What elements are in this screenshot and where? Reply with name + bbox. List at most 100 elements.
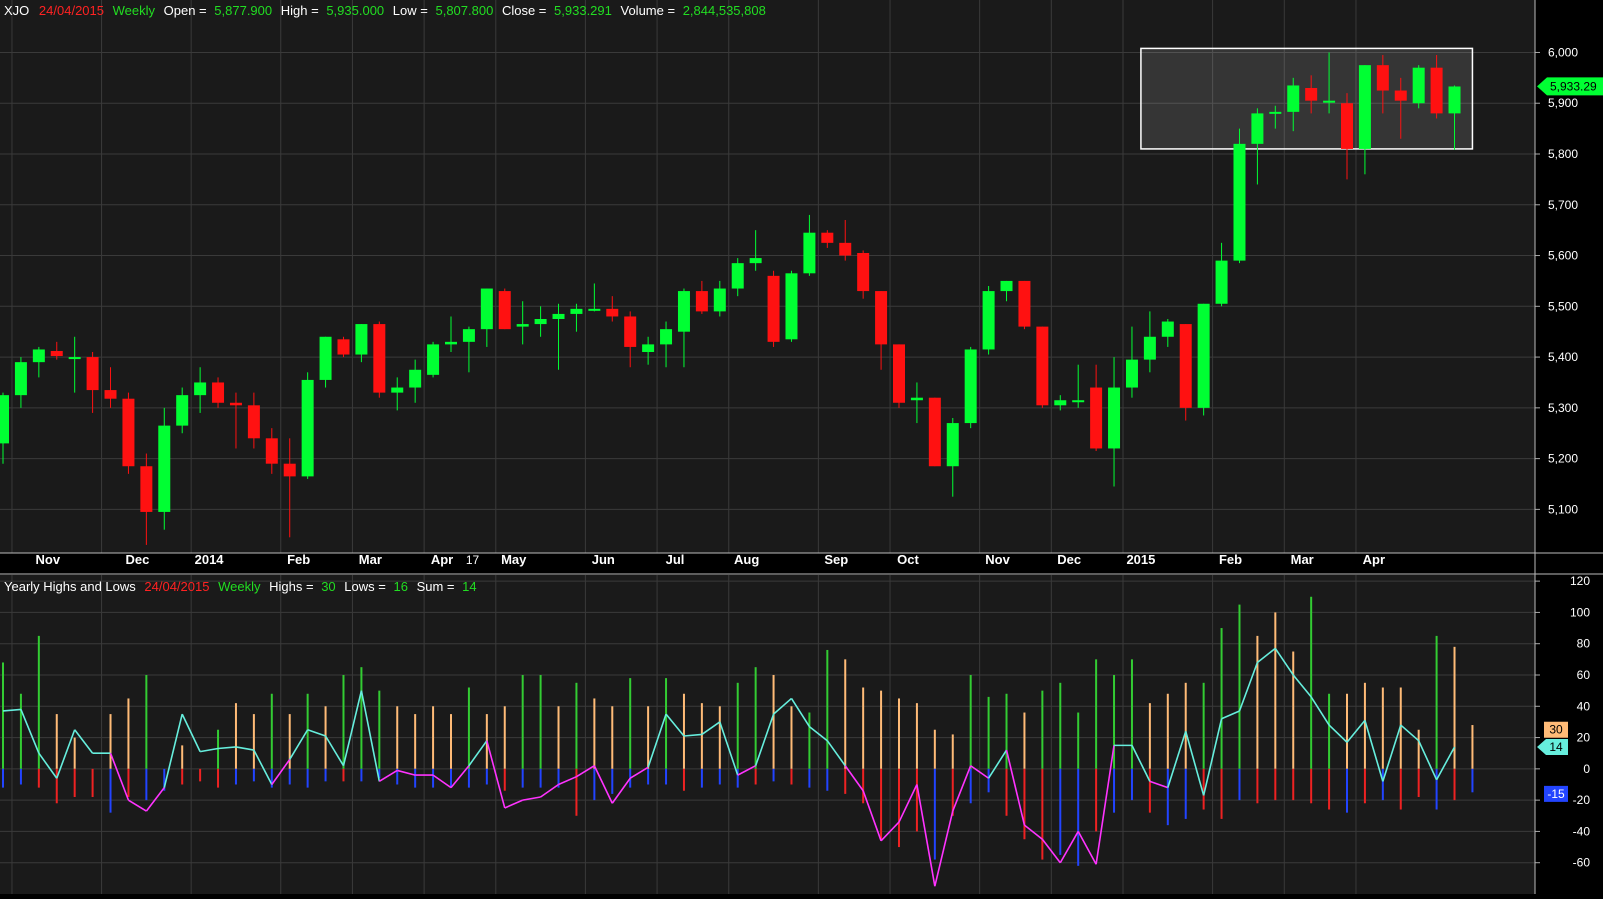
lows-bar[interactable]	[718, 768, 721, 785]
lows-bar[interactable]	[324, 768, 327, 782]
candle-body[interactable]	[946, 423, 959, 467]
lows-bar[interactable]	[19, 768, 22, 785]
highs-bar[interactable]	[1184, 682, 1187, 769]
candle-body[interactable]	[695, 291, 708, 312]
lows-bar[interactable]	[700, 768, 703, 788]
lows-bar[interactable]	[217, 768, 220, 788]
candle-body[interactable]	[86, 357, 99, 391]
lows-bar[interactable]	[181, 768, 184, 785]
highs-bar[interactable]	[396, 706, 399, 769]
highs-bar[interactable]	[718, 706, 721, 769]
candle-body[interactable]	[839, 242, 852, 256]
candle-body[interactable]	[749, 258, 762, 264]
lows-bar[interactable]	[1023, 768, 1026, 840]
lows-bar[interactable]	[1148, 768, 1151, 813]
candle-body[interactable]	[857, 253, 870, 292]
lows-bar[interactable]	[485, 768, 488, 785]
candle-body[interactable]	[1341, 103, 1353, 149]
candle-body[interactable]	[767, 275, 780, 342]
candle-body[interactable]	[14, 362, 27, 396]
candle[interactable]	[498, 288, 511, 330]
candle-body[interactable]	[158, 425, 171, 512]
lows-bar[interactable]	[306, 768, 309, 788]
lows-bar[interactable]	[91, 768, 94, 798]
candle-body[interactable]	[1233, 143, 1246, 261]
candle-body[interactable]	[462, 329, 475, 342]
lows-bar[interactable]	[450, 768, 452, 788]
highs-bar[interactable]	[1202, 682, 1205, 769]
candle[interactable]	[785, 270, 798, 342]
highs-bar[interactable]	[790, 706, 793, 769]
candle-body[interactable]	[1358, 65, 1371, 149]
candle-body[interactable]	[1018, 280, 1031, 327]
candle[interactable]	[1179, 324, 1192, 421]
highs-bar[interactable]	[1310, 596, 1313, 769]
lows-bar[interactable]	[2, 768, 4, 788]
lows-bar[interactable]	[915, 768, 918, 832]
lows-bar[interactable]	[1310, 768, 1313, 804]
lows-bar[interactable]	[987, 768, 990, 793]
candle-body[interactable]	[821, 232, 834, 243]
highs-bar[interactable]	[432, 706, 435, 769]
candle-body[interactable]	[194, 382, 207, 396]
lows-bar[interactable]	[1471, 768, 1474, 793]
candle-body[interactable]	[1197, 303, 1210, 408]
candle-body[interactable]	[409, 369, 422, 388]
candle[interactable]	[1233, 128, 1246, 264]
highs-bar[interactable]	[450, 714, 452, 769]
lows-bar[interactable]	[234, 768, 237, 785]
lows-bar[interactable]	[772, 768, 775, 782]
candle-body[interactable]	[355, 324, 368, 355]
lows-bar[interactable]	[754, 768, 757, 785]
candle-body[interactable]	[803, 232, 816, 274]
highs-bar[interactable]	[1471, 725, 1474, 769]
highs-bar[interactable]	[844, 659, 847, 769]
highs-bar[interactable]	[1023, 712, 1026, 769]
candle[interactable]	[301, 372, 314, 479]
lows-bar[interactable]	[969, 768, 972, 804]
highs-bar[interactable]	[1453, 646, 1456, 769]
highs-bar[interactable]	[700, 703, 703, 769]
lows-bar[interactable]	[1184, 768, 1187, 819]
lows-bar[interactable]	[1399, 768, 1402, 810]
candle-body[interactable]	[1125, 359, 1138, 388]
highs-bar[interactable]	[880, 690, 883, 769]
highs-bar[interactable]	[1059, 682, 1062, 769]
lows-bar[interactable]	[73, 768, 76, 798]
candle-body[interactable]	[1054, 400, 1067, 406]
candle-body[interactable]	[391, 387, 404, 393]
lows-bar[interactable]	[862, 768, 865, 804]
candle-body[interactable]	[1000, 280, 1013, 292]
highs-bar[interactable]	[1130, 659, 1133, 769]
highs-bar[interactable]	[127, 698, 130, 769]
highs-bar[interactable]	[145, 674, 148, 769]
lows-bar[interactable]	[1220, 768, 1223, 819]
highs-bar[interactable]	[1292, 651, 1295, 769]
candle-body[interactable]	[606, 308, 619, 317]
lows-bar[interactable]	[521, 768, 524, 788]
lows-bar[interactable]	[1005, 768, 1008, 816]
highs-bar[interactable]	[1238, 604, 1241, 769]
candle-body[interactable]	[1179, 324, 1192, 408]
lows-bar[interactable]	[790, 768, 793, 785]
candle-body[interactable]	[104, 390, 117, 399]
candle-body[interactable]	[1376, 65, 1389, 91]
highs-bar[interactable]	[1095, 659, 1098, 769]
candle-body[interactable]	[301, 379, 314, 477]
lows-bar[interactable]	[288, 768, 291, 785]
lows-bar[interactable]	[467, 768, 470, 788]
candle-body[interactable]	[731, 263, 744, 289]
lows-bar[interactable]	[1095, 768, 1098, 832]
highs-bar[interactable]	[682, 693, 685, 769]
highs-bar[interactable]	[933, 729, 936, 769]
candle-body[interactable]	[373, 324, 386, 393]
highs-bar[interactable]	[2, 662, 4, 769]
candle-body[interactable]	[1412, 67, 1425, 104]
lows-bar[interactable]	[1292, 768, 1295, 801]
lows-bar[interactable]	[611, 768, 614, 794]
lows-bar[interactable]	[1238, 768, 1241, 801]
candle-body[interactable]	[588, 308, 601, 311]
highs-bar[interactable]	[234, 703, 237, 769]
highs-bar[interactable]	[593, 698, 596, 769]
candle-body[interactable]	[570, 308, 583, 314]
